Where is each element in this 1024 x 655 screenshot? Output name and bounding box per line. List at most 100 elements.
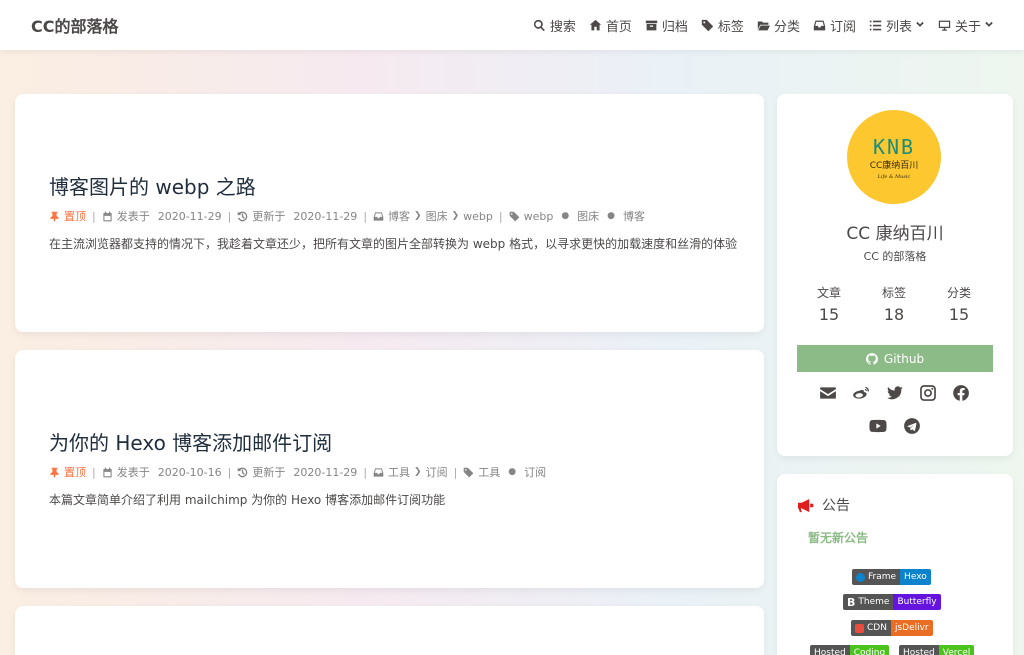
twitter-icon [887, 386, 903, 400]
nav-item-about[interactable]: 关于 [938, 16, 994, 35]
post-excerpt: 在主流浏览器都支持的情况下，我趁着文章还少，把所有文章的图片全部转换为 webp… [49, 237, 738, 251]
social-weibo[interactable] [852, 384, 870, 402]
thumbtack-icon [50, 467, 59, 477]
stat-label: 分类 [946, 286, 971, 300]
badge-hosted-coding[interactable]: Hosted Coding [810, 645, 890, 655]
history-icon [238, 467, 248, 477]
post-card: 为你的 Hexo 博客添加邮件订阅 置顶 | 发表于 2020-10-16 | … [15, 350, 764, 588]
sticky-label: 置顶 [64, 466, 86, 479]
shield-icon [855, 623, 864, 633]
badge-left: B Theme [843, 594, 894, 610]
tag-link[interactable]: 图床 [577, 208, 599, 224]
nav-item-tags[interactable]: 标签 [701, 16, 744, 35]
badge-left: CDN [851, 620, 891, 636]
tag-link[interactable]: webp [524, 210, 554, 223]
nav-item-label: 订阅 [829, 19, 856, 35]
badge-hosted-vercel[interactable]: Hosted Vercel [899, 645, 975, 655]
badge-cdn-jsdelivr[interactable]: CDN jsDelivr [851, 620, 933, 636]
social-youtube[interactable] [869, 417, 887, 435]
desktop-icon [938, 20, 951, 31]
nav-item-home[interactable]: 首页 [589, 16, 632, 35]
post-title[interactable]: 博客图片的 webp 之路 [49, 171, 256, 200]
stat-articles[interactable]: 文章 15 [799, 284, 859, 324]
category-link[interactable]: webp [463, 210, 493, 223]
site-name[interactable]: CC的部落格 [31, 13, 119, 37]
nav-item-archives[interactable]: 归档 [645, 16, 688, 35]
github-button[interactable]: Github [797, 345, 993, 372]
stat-label: 文章 [816, 286, 841, 300]
nav-item-label: 列表 [885, 19, 912, 35]
badge-right: Vercel [938, 645, 975, 655]
stat-categories[interactable]: 分类 15 [929, 284, 989, 324]
sticky-badge: 置顶 [49, 208, 86, 224]
meta-separator: | [453, 465, 458, 479]
category-arrow: ❯ [414, 467, 422, 477]
announcement-title-label: 公告 [822, 498, 850, 514]
folder-open-icon [757, 20, 770, 30]
nav-item-search[interactable]: 搜索 [533, 16, 576, 35]
updated-label: 更新于 [252, 210, 286, 223]
github-icon [865, 352, 878, 365]
tag-link[interactable]: 工具 [478, 464, 500, 480]
inbox-icon [373, 211, 384, 221]
nav-item-subscribe[interactable]: 订阅 [813, 16, 856, 35]
search-icon [533, 19, 545, 31]
social-email[interactable] [819, 384, 837, 402]
social-facebook[interactable] [952, 384, 970, 402]
badge-frame-hexo[interactable]: Frame Hexo [852, 569, 931, 585]
calendar-icon [103, 211, 112, 221]
post-title[interactable]: 为你的 Hexo 博客添加邮件订阅 [49, 427, 332, 456]
instagram-icon [920, 385, 936, 401]
author-description: CC 的部落格 [863, 250, 927, 263]
meta-separator: | [92, 465, 96, 479]
social-telegram[interactable] [903, 417, 921, 435]
category-arrow: ❯ [451, 211, 460, 221]
badge-right: Butterfly [893, 594, 941, 610]
meta-separator: | [92, 209, 96, 223]
stat-tags[interactable]: 标签 18 [864, 284, 924, 324]
history-icon [238, 211, 248, 221]
tag-link[interactable]: 订阅 [524, 464, 546, 480]
post-card [15, 606, 764, 655]
author-card: KNB CC康纳百川 Life & Music CC 康纳百川 CC 的部落格 … [777, 94, 1013, 456]
avatar[interactable]: KNB CC康纳百川 Life & Music [847, 110, 941, 204]
announcement-body: 暂无新公告 [808, 531, 869, 545]
social-instagram[interactable] [919, 384, 937, 402]
announcement-card: 公告 暂无新公告 Frame Hexo B Theme Butterfly CDN… [777, 474, 1013, 655]
badge-theme-butterfly[interactable]: B Theme Butterfly [843, 594, 941, 610]
nav-item-label: 关于 [954, 19, 981, 35]
calendar-icon [103, 467, 112, 477]
envelope-icon [820, 387, 836, 399]
badge-right: Coding [849, 645, 890, 655]
tag-link[interactable]: 博客 [623, 208, 645, 224]
category-link[interactable]: 博客 [388, 208, 410, 224]
badge-right: Hexo [900, 569, 931, 585]
meta-separator: | [227, 465, 232, 479]
nav-item-label: 首页 [605, 19, 632, 35]
badge-left-label: Frame [868, 572, 897, 582]
chevron-down-icon [916, 21, 924, 27]
badge-right: jsDelivr [890, 620, 933, 636]
announcement-title: 公告 [797, 495, 850, 515]
tag-separator: ● [508, 467, 517, 477]
badge-left-label: Theme [858, 597, 890, 607]
posted-date: 2020-11-29 [157, 209, 222, 223]
badge-left: Hosted [810, 645, 850, 655]
nav-item-categories[interactable]: 分类 [757, 16, 800, 35]
category-link[interactable]: 工具 [388, 464, 410, 480]
post-meta: 置顶 | 发表于 2020-11-29 | 更新于 2020-11-29 | 博… [49, 208, 645, 224]
nav-item-list[interactable]: 列表 [869, 16, 925, 35]
list-icon [869, 20, 882, 30]
tags-icon [701, 19, 714, 31]
social-twitter[interactable] [886, 384, 904, 402]
nav-item-label: 归档 [661, 19, 688, 35]
tag-separator: ● [561, 211, 570, 221]
category-link[interactable]: 图床 [426, 208, 448, 224]
meta-separator: | [498, 209, 503, 223]
butterfly-icon: B [847, 595, 856, 609]
posted-date: 2020-10-16 [157, 465, 222, 479]
chevron-down-icon [985, 21, 993, 27]
stat-value: 15 [818, 305, 840, 324]
category-link[interactable]: 订阅 [426, 464, 448, 480]
posted-label: 发表于 [116, 466, 150, 479]
